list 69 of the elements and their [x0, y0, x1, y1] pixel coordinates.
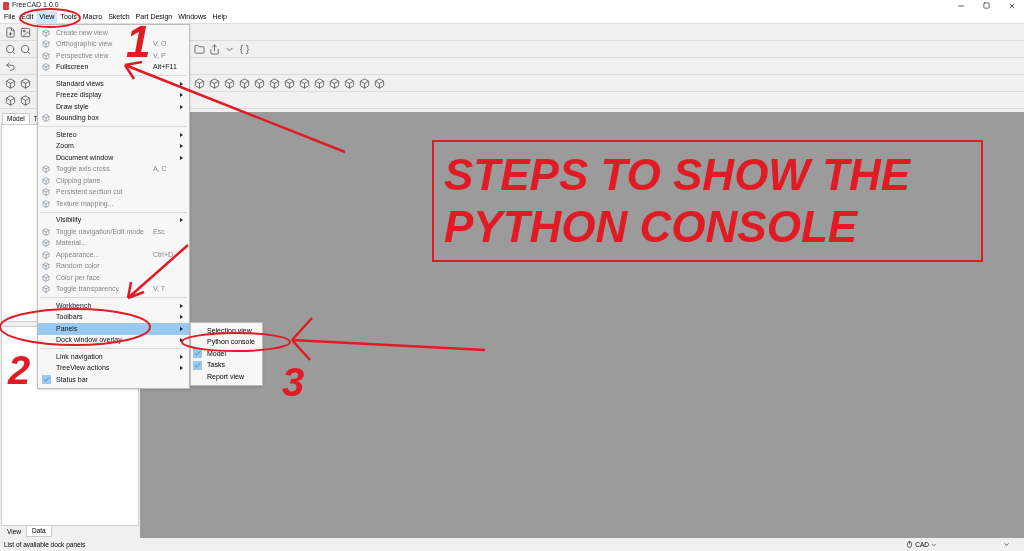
submenu-arrow-icon — [180, 132, 183, 137]
cube-icon[interactable] — [314, 77, 325, 89]
cube-icon[interactable] — [20, 94, 31, 106]
submenu-arrow-icon — [180, 155, 183, 160]
restore-icon[interactable] — [983, 2, 990, 9]
cube-icon[interactable] — [5, 94, 16, 106]
cube-icon[interactable] — [20, 77, 31, 89]
step-number: 1 — [126, 20, 151, 64]
submenu-arrow-icon — [180, 366, 183, 371]
checkbox[interactable] — [193, 360, 202, 370]
submenu-arrow-icon — [180, 104, 183, 109]
zoom-icon[interactable] — [5, 43, 16, 55]
cube-icon — [42, 273, 50, 282]
callout-text: STEPS TO SHOW THE — [444, 149, 912, 201]
submenu-arrow-icon — [180, 303, 183, 308]
cube-icon — [42, 63, 50, 72]
mouse-icon — [906, 541, 914, 548]
caret-icon[interactable] — [1003, 541, 1010, 548]
submenu-arrow-icon — [180, 354, 183, 359]
cube-icon — [42, 165, 50, 174]
cube-icon[interactable] — [329, 77, 340, 89]
cube-icon[interactable] — [239, 77, 250, 89]
braces-icon[interactable] — [239, 43, 250, 55]
undo-icon[interactable] — [5, 60, 16, 72]
cube-icon — [42, 262, 50, 271]
cube-icon[interactable] — [209, 77, 220, 89]
step-number: 3 — [282, 362, 305, 402]
cube-icon[interactable] — [254, 77, 265, 89]
checkbox[interactable] — [42, 375, 51, 385]
submenu-arrow-icon — [180, 315, 183, 320]
submenu-arrow-icon — [180, 338, 183, 343]
cube-icon — [42, 239, 50, 248]
cube-icon — [42, 114, 50, 123]
cube-icon[interactable] — [284, 77, 295, 89]
submenu-arrow-icon — [180, 144, 183, 149]
submenu-arrow-icon — [180, 218, 183, 223]
cube-icon — [42, 199, 50, 208]
checkbox[interactable] — [193, 349, 202, 359]
cube-icon[interactable] — [5, 77, 16, 89]
arrow-annotation — [126, 243, 190, 300]
cube-icon[interactable] — [269, 77, 280, 89]
cube-icon — [42, 51, 50, 60]
folder-icon[interactable] — [194, 43, 205, 55]
submenu-arrow-icon — [180, 93, 183, 98]
cube-icon[interactable] — [224, 77, 235, 89]
callout-text: PYTHON CONSOLE — [444, 201, 859, 253]
cube-icon[interactable] — [374, 77, 385, 89]
cube-icon — [42, 176, 50, 185]
step-number: 2 — [8, 350, 31, 390]
image-icon[interactable] — [20, 26, 31, 38]
export-icon[interactable] — [209, 43, 220, 55]
cube-icon[interactable] — [194, 77, 205, 89]
submenu-arrow-icon — [180, 81, 183, 86]
new-file-icon[interactable] — [5, 26, 16, 38]
cube-icon — [42, 40, 50, 49]
app-logo-icon — [3, 1, 9, 10]
close-icon[interactable] — [1008, 1, 1016, 10]
caret-icon — [931, 541, 937, 548]
cube-icon — [42, 188, 50, 197]
cube-icon — [42, 285, 50, 294]
zoom-icon[interactable] — [20, 43, 31, 55]
cube-icon[interactable] — [299, 77, 310, 89]
cube-icon[interactable] — [359, 77, 370, 89]
cube-icon — [42, 250, 50, 259]
cube-icon[interactable] — [344, 77, 355, 89]
cube-icon — [42, 227, 50, 236]
submenu-arrow-icon — [180, 326, 183, 331]
highlight-ellipse — [19, 8, 81, 28]
cube-icon — [42, 28, 50, 37]
